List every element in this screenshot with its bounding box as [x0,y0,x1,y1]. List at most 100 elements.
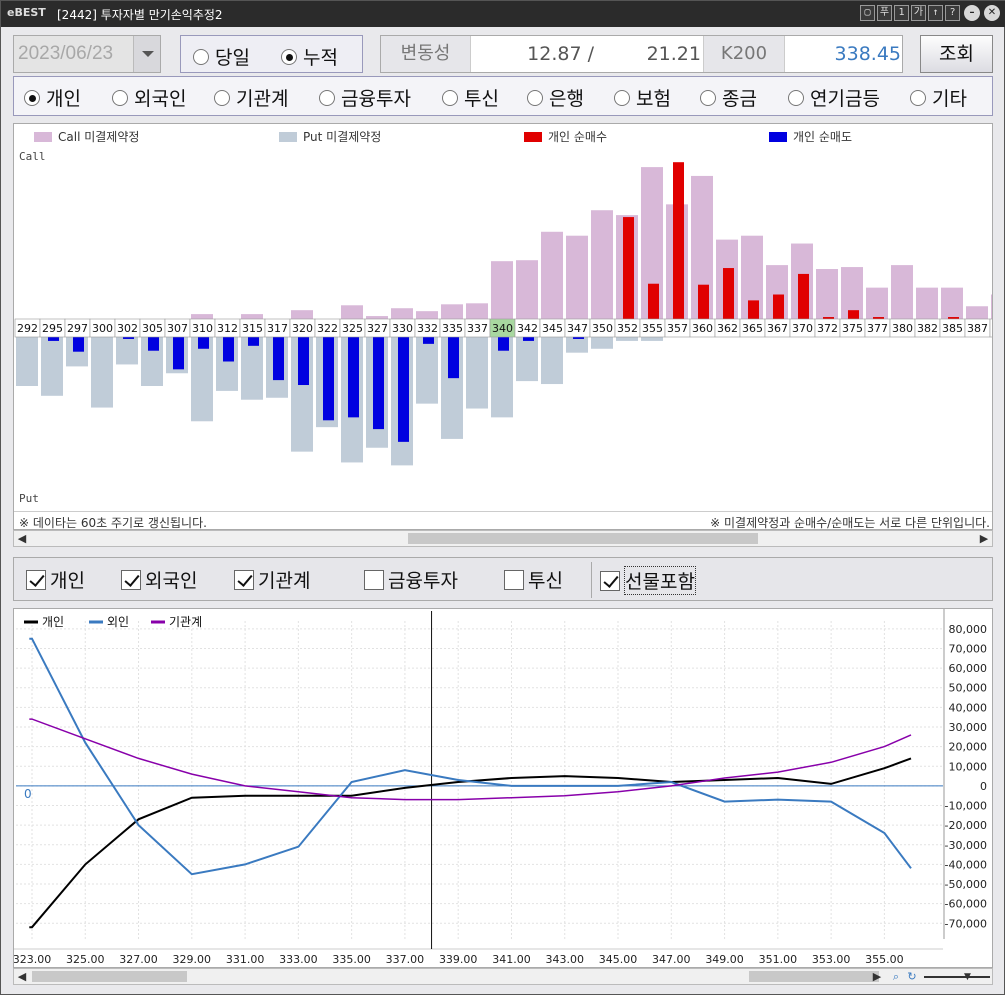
strike-label-312: 312 [217,322,238,335]
x-tick-label: 347.00 [652,953,691,966]
series-checkbox-5[interactable]: 선물포함 [600,566,696,595]
link-group-button[interactable]: 1 [894,5,909,21]
investor-radio-7[interactable]: 종금 [700,84,757,111]
scroll-thumb[interactable] [408,533,758,544]
date-picker[interactable]: 2023/06/23 [13,35,161,73]
always-on-top-button[interactable]: ↑ [928,5,943,21]
y-tick-label: 40,000 [949,701,988,714]
call-oi-bar-315 [241,314,263,319]
radio-circle-icon [442,89,458,106]
investor-radio-4[interactable]: 투신 [442,84,499,111]
call-oi-bar-337 [466,303,488,319]
x-tick-label: 355.00 [865,953,904,966]
y-tick-label: -10,000 [945,800,987,813]
investor-radio-6[interactable]: 보험 [614,84,671,111]
window-mode-button[interactable]: ▢ [860,5,875,21]
call-oi-bar-390 [991,294,992,319]
zoom-slider-handle-icon[interactable]: ▼ [964,971,971,983]
net-sell-bar-327 [373,337,384,430]
volatility-value-1[interactable]: 12.87 / [471,36,594,72]
legend-net-buy: 개인 순매수 [524,128,607,145]
strike-label-325: 325 [342,322,363,335]
chevron-down-icon[interactable] [133,36,160,72]
investor-radio-2[interactable]: 기관계 [214,84,288,111]
scroll-thumb-right[interactable] [749,971,879,982]
x-tick-label: 337.00 [386,953,425,966]
help-button[interactable]: ? [945,5,960,21]
call-oi-bar-330 [391,308,413,319]
investor-radio-1[interactable]: 외국인 [112,84,186,111]
k200-value[interactable]: 338.45 [785,36,901,72]
x-tick-label: 329.00 [173,953,212,966]
mode-radio-cumulative[interactable]: 누적 [281,43,338,70]
scroll-right-icon[interactable]: ▶ [976,531,992,546]
series-checkbox-2[interactable]: 기관계 [234,566,310,593]
bar-chart-scrollbar[interactable]: ◀ ▶ [13,530,993,547]
y-tick-label: -70,000 [945,917,987,930]
legend-label: 기관계 [169,615,202,629]
investor-radio-8[interactable]: 연기금등 [788,84,880,111]
y-tick-label: 0 [980,780,987,793]
series-checkbox-0[interactable]: 개인 [26,566,85,593]
zoom-slider-track[interactable] [924,976,990,978]
strike-label-307: 307 [167,322,188,335]
investor-radio-5[interactable]: 은행 [527,84,584,111]
strike-label-320: 320 [292,322,313,335]
legend-label: 개인 [42,615,64,629]
investor-radio-3[interactable]: 금융투자 [319,84,411,111]
zoom-icon[interactable]: ⌕ [888,969,904,984]
minimize-icon[interactable]: – [964,5,980,21]
y-tick-label: 10,000 [949,760,988,773]
strike-label-387: 387 [967,322,988,335]
radio-circle-icon [614,89,630,106]
series-checkbox-3[interactable]: 금융투자 [364,566,458,593]
close-icon[interactable]: ✕ [984,5,1000,21]
checkbox-checked-icon [234,569,254,590]
put-oi-bar-350 [591,337,613,349]
app-window: eBEST [2442] 투자자별 만기손익추정2 ▢ 푸 1 가 ↑ ? – … [0,0,1005,995]
scroll-left-icon[interactable]: ◀ [14,531,30,546]
scroll-left-icon[interactable]: ◀ [14,969,30,984]
put-oi-bar-315 [241,337,263,400]
call-oi-bar-332 [416,311,438,319]
net-sell-bar-305 [148,337,159,351]
investor-radio-0[interactable]: 개인 [24,84,81,111]
investor-radio-9[interactable]: 기타 [910,84,967,111]
series-checkbox-4[interactable]: 투신 [504,566,563,593]
net-sell-bar-330 [398,337,409,442]
investor-radio-group: 개인 외국인 기관계 금융투자 투신 은행 보험 종금 연기금등 기타 [13,76,993,116]
strike-label-355: 355 [642,322,663,335]
scroll-right-icon[interactable]: ▶ [869,969,885,984]
x-tick-label: 325.00 [66,953,105,966]
strike-label-375: 375 [842,322,863,335]
strike-label-350: 350 [592,322,613,335]
investor-radio-label: 보험 [636,88,671,110]
reset-icon[interactable]: ↻ [904,969,920,984]
x-tick-label: 333.00 [279,953,318,966]
mode-radio-label: 누적 [303,47,338,69]
mode-radio-daily[interactable]: 당일 [193,43,250,70]
series-line-2 [29,718,912,801]
put-oi-bar-345 [541,337,563,385]
volatility-value-2[interactable]: 21.21 [596,36,701,72]
strike-label-315: 315 [242,322,263,335]
net-buy-bar-352 [623,217,634,319]
call-oi-bar-342 [516,260,538,319]
radio-circle-icon [193,48,209,65]
series-checkbox-1[interactable]: 외국인 [121,566,197,593]
x-tick-label: 351.00 [759,953,798,966]
title-bar: eBEST [2442] 투자자별 만기손익추정2 ▢ 푸 1 가 ↑ ? – … [1,1,1005,27]
scroll-thumb-left[interactable] [32,971,187,982]
font-size-button[interactable]: 가 [911,5,926,21]
pin-button[interactable]: 푸 [877,5,892,21]
call-oi-bar-347 [566,235,588,319]
line-chart-scrollbar[interactable]: ◀ ▶ ⌕ ↻ ▼ [13,968,993,985]
series-line-1 [29,637,912,876]
net-sell-bar-307 [173,337,184,370]
window-title: [2442] 투자자별 만기손익추정2 [57,8,223,22]
call-oi-bar-372 [816,269,838,319]
legend-call-oi: Call 미결제약정 [34,128,139,145]
query-button[interactable]: 조회 [920,35,993,73]
strike-label-295: 295 [42,322,63,335]
checkbox-empty-icon [364,569,384,590]
